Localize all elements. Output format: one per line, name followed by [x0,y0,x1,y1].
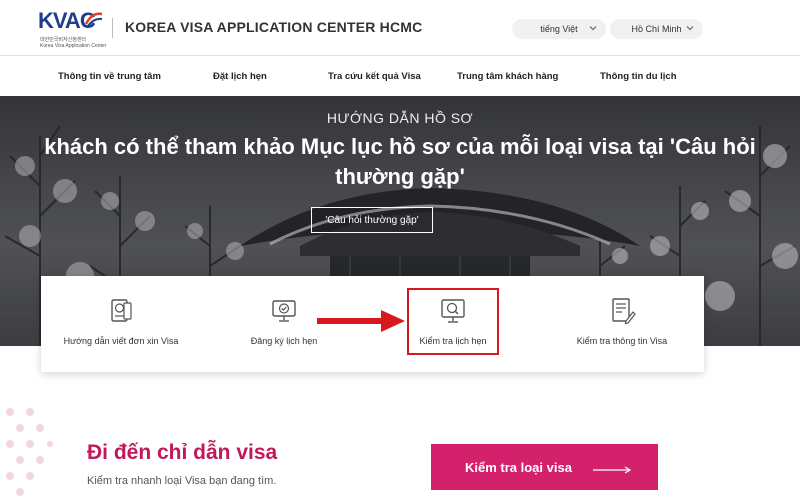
visa-guide-title: Đi đến chỉ dẫn visa [87,441,278,464]
arrow-right-icon [593,466,632,474]
quick-link-label: Đăng ký lịch hẹn [250,336,318,346]
language-select-value: tiếng Việt [540,24,578,34]
chevron-down-icon [589,26,597,31]
highlight-box [407,288,499,355]
language-select[interactable]: tiếng Việt [512,19,606,39]
quick-links-card: Hướng dẫn viết đơn xin Visa Đăng ký lịch… [41,276,704,372]
kvac-logo[interactable]: KVAC 대한민국비자신청센터 Korea Visa Application C… [38,8,106,50]
visa-guide-subtitle: Kiểm tra nhanh loại Visa bạn đang tìm. [87,475,277,487]
logo-swoosh-icon [84,12,103,27]
hero-title-line-2: thường gặp' [335,164,465,189]
quick-link-visa-form-guide[interactable]: Hướng dẫn viết đơn xin Visa [46,276,196,372]
logo-subtitle-korean: 대한민국비자신청센터 [40,37,87,43]
monitor-check-icon [272,300,296,322]
nav-item-appointment[interactable]: Đặt lịch hẹn [213,71,267,82]
site-header: KVAC 대한민국비자신청센터 Korea Visa Application C… [0,0,800,56]
passport-icon [111,299,132,322]
cta-label: Kiểm tra loại visa [465,459,572,475]
quick-link-label: Hướng dẫn viết đơn xin Visa [63,336,179,346]
logo-subtitle-english: Korea Visa Application Center [40,43,107,49]
nav-item-customer-center[interactable]: Trung tâm khách hàng [457,71,558,82]
site-title: KOREA VISA APPLICATION CENTER HCMC [125,19,423,35]
city-select[interactable]: Hồ Chí Minh [610,19,703,39]
main-nav: Thông tin về trung tâm Đặt lịch hẹn Tra … [0,57,800,95]
nav-item-travel-info[interactable]: Thông tin du lịch [600,71,677,82]
decorative-pattern [6,408,53,496]
nav-item-center-info[interactable]: Thông tin về trung tâm [58,71,161,82]
hero-title: khách có thể tham khảo Mục lục hồ sơ của… [44,134,756,159]
nav-item-visa-result[interactable]: Tra cứu kết quả Visa [328,71,421,82]
city-select-value: Hồ Chí Minh [631,24,682,34]
check-visa-type-button[interactable]: Kiểm tra loại visa [431,444,658,490]
quick-link-check-visa-info[interactable]: Kiểm tra thông tin Visa [547,276,697,372]
quick-link-label: Kiểm tra thông tin Visa [576,336,668,346]
document-edit-icon [612,298,636,325]
faq-button[interactable]: 'Câu hỏi thường gặp' [311,207,433,233]
header-divider [112,18,113,38]
chevron-down-icon [686,26,694,31]
hero-kicker: HƯỚNG DẪN HỒ SƠ [326,110,474,126]
